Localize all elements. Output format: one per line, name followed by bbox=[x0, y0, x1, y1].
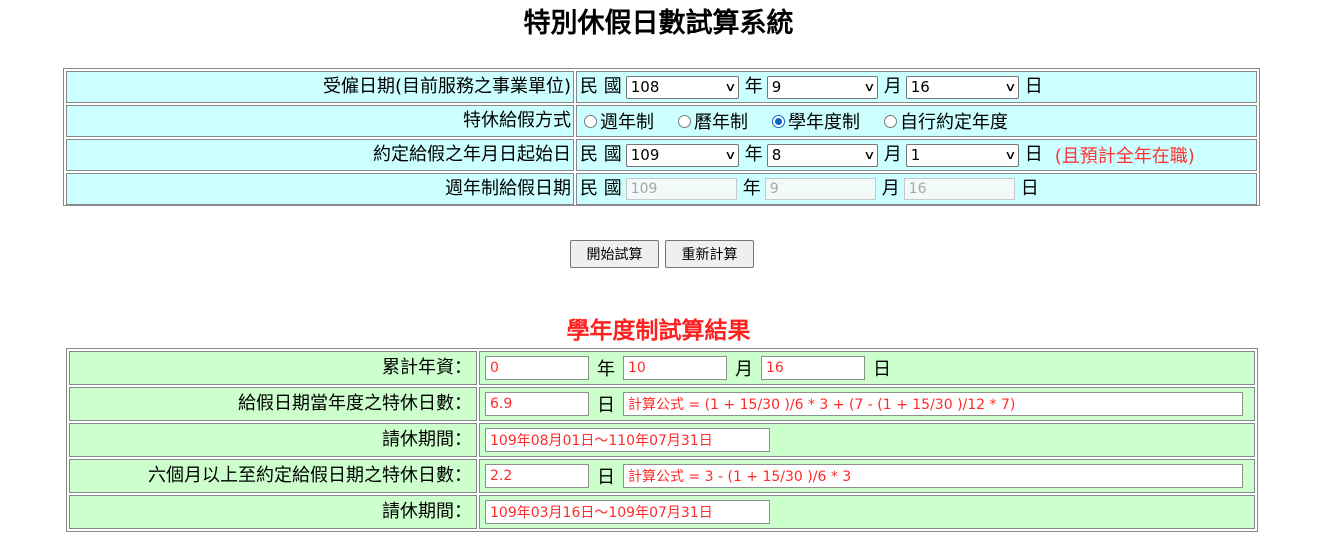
anniversary-day-field: 16 bbox=[903, 178, 1015, 200]
page-title: 特別休假日數試算系統 bbox=[523, 8, 794, 39]
agreed-year-select[interactable]: 109 ∨ bbox=[625, 143, 739, 167]
day-unit: 日 bbox=[1024, 76, 1043, 97]
anniversary-date-label: 週年制給假日期 bbox=[66, 173, 574, 205]
result-table: 累計年資： 0 年 10 月 16 日 給假日期當年度之特休日數： 6.9 日 … bbox=[66, 348, 1258, 532]
agreed-day-value: 1 bbox=[910, 146, 921, 164]
current-period-field[interactable]: 109年08月01日～110年07月31日 bbox=[485, 428, 770, 452]
leave-method-row: 特休給假方式 週年制 曆年制 學年度制 自行約定年度 bbox=[66, 105, 1257, 137]
recalculate-button[interactable]: 重新計算 bbox=[665, 240, 754, 268]
anniversary-date-value-cell: 民 國 109 年 9 月 16 日 bbox=[576, 173, 1257, 205]
agreed-year-value: 109 bbox=[630, 146, 660, 164]
month-unit: 月 bbox=[883, 76, 902, 97]
radio-button[interactable] bbox=[884, 114, 897, 128]
chevron-down-icon: ∨ bbox=[863, 148, 876, 162]
seniority-days-field[interactable]: 16 bbox=[761, 356, 865, 380]
hire-date-value-cell: 民 國 108 ∨ 年 9 ∨ 月 16 ∨ 日 bbox=[576, 71, 1257, 103]
six-month-period-label: 請休期間： bbox=[69, 495, 477, 529]
hire-year-select[interactable]: 108 ∨ bbox=[625, 75, 739, 99]
seniority-label: 累計年資： bbox=[69, 351, 477, 385]
day-unit: 日 bbox=[597, 467, 615, 488]
agreed-start-row: 約定給假之年月日起始日 民 國 109 ∨ 年 8 ∨ 月 1 ∨ 日 (且預計… bbox=[66, 139, 1257, 171]
result-title: 學年度制試算結果 bbox=[566, 317, 751, 344]
anniversary-date-row: 週年制給假日期 民 國 109 年 9 月 16 日 bbox=[66, 173, 1257, 205]
seniority-row: 累計年資： 0 年 10 月 16 日 bbox=[69, 351, 1255, 385]
hire-month-value: 9 bbox=[771, 78, 782, 96]
six-month-period-value-cell: 109年03月16日～109年07月31日 bbox=[479, 495, 1255, 529]
six-month-formula-field[interactable]: 計算公式 = 3 - (1 + 15/30 )/6 * 3 bbox=[623, 464, 1243, 488]
current-period-label: 請休期間： bbox=[69, 423, 477, 457]
radio-label: 週年制 bbox=[600, 112, 654, 133]
six-month-period-row: 請休期間： 109年03月16日～109年07月31日 bbox=[69, 495, 1255, 529]
hire-year-value: 108 bbox=[630, 78, 660, 96]
agreed-month-value: 8 bbox=[771, 146, 782, 164]
current-year-days-row: 給假日期當年度之特休日數： 6.9 日 計算公式 = (1 + 15/30 )/… bbox=[69, 387, 1255, 421]
agreed-start-value-cell: 民 國 109 ∨ 年 8 ∨ 月 1 ∨ 日 (且預計全年在職) bbox=[576, 139, 1257, 171]
chevron-down-icon: ∨ bbox=[863, 80, 876, 94]
hire-day-select[interactable]: 16 ∨ bbox=[905, 75, 1019, 99]
agreed-month-select[interactable]: 8 ∨ bbox=[766, 143, 878, 167]
chevron-down-icon: ∨ bbox=[724, 80, 737, 94]
month-unit: 月 bbox=[881, 178, 900, 199]
chevron-down-icon: ∨ bbox=[1004, 148, 1017, 162]
day-unit: 日 bbox=[873, 359, 891, 380]
six-month-days-row: 六個月以上至約定給假日期之特休日數： 2.2 日 計算公式 = 3 - (1 +… bbox=[69, 459, 1255, 493]
six-month-period-field[interactable]: 109年03月16日～109年07月31日 bbox=[485, 500, 770, 524]
current-year-days-label: 給假日期當年度之特休日數： bbox=[69, 387, 477, 421]
roc-prefix: 民 國 bbox=[580, 76, 622, 97]
seniority-months-field[interactable]: 10 bbox=[623, 356, 727, 380]
hire-date-row: 受僱日期(目前服務之事業單位) 民 國 108 ∨ 年 9 ∨ 月 16 ∨ 日 bbox=[66, 71, 1257, 103]
calculate-button[interactable]: 開始試算 bbox=[570, 240, 659, 268]
six-month-days-field[interactable]: 2.2 bbox=[485, 464, 589, 488]
full-year-note: (且預計全年在職) bbox=[1054, 146, 1195, 167]
radio-button[interactable] bbox=[584, 114, 597, 128]
radio-button[interactable] bbox=[678, 114, 691, 128]
current-period-value-cell: 109年08月01日～110年07月31日 bbox=[479, 423, 1255, 457]
agreed-start-label: 約定給假之年月日起始日 bbox=[66, 139, 574, 171]
current-year-days-value-cell: 6.9 日 計算公式 = (1 + 15/30 )/6 * 3 + (7 - (… bbox=[479, 387, 1255, 421]
radio-anniversary[interactable]: 週年制 bbox=[580, 108, 654, 134]
current-year-formula-field[interactable]: 計算公式 = (1 + 15/30 )/6 * 3 + (7 - (1 + 15… bbox=[623, 392, 1243, 416]
current-period-row: 請休期間： 109年08月01日～110年07月31日 bbox=[69, 423, 1255, 457]
year-unit: 年 bbox=[744, 144, 763, 165]
month-unit: 月 bbox=[735, 359, 753, 380]
six-month-days-value-cell: 2.2 日 計算公式 = 3 - (1 + 15/30 )/6 * 3 bbox=[479, 459, 1255, 493]
radio-button-checked[interactable] bbox=[772, 114, 785, 128]
year-unit: 年 bbox=[742, 178, 761, 199]
anniversary-year-field: 109 bbox=[625, 178, 737, 200]
radio-label: 學年度制 bbox=[788, 112, 860, 133]
chevron-down-icon: ∨ bbox=[1004, 80, 1017, 94]
radio-label: 自行約定年度 bbox=[900, 112, 1008, 133]
seniority-value-cell: 0 年 10 月 16 日 bbox=[479, 351, 1255, 385]
hire-month-select[interactable]: 9 ∨ bbox=[766, 75, 878, 99]
leave-method-options: 週年制 曆年制 學年度制 自行約定年度 bbox=[576, 105, 1257, 137]
roc-prefix: 民 國 bbox=[580, 178, 622, 199]
six-month-days-label: 六個月以上至約定給假日期之特休日數： bbox=[69, 459, 477, 493]
year-unit: 年 bbox=[597, 359, 615, 380]
day-unit: 日 bbox=[1020, 178, 1039, 199]
month-unit: 月 bbox=[883, 144, 902, 165]
hire-day-value: 16 bbox=[910, 78, 930, 96]
radio-academic-year[interactable]: 學年度制 bbox=[768, 108, 860, 134]
hire-date-label: 受僱日期(目前服務之事業單位) bbox=[66, 71, 574, 103]
day-unit: 日 bbox=[597, 395, 615, 416]
radio-calendar-year[interactable]: 曆年制 bbox=[674, 108, 748, 134]
roc-prefix: 民 國 bbox=[580, 144, 622, 165]
leave-method-label: 特休給假方式 bbox=[66, 105, 574, 137]
anniversary-month-field: 9 bbox=[764, 178, 876, 200]
day-unit: 日 bbox=[1024, 144, 1043, 165]
seniority-years-field[interactable]: 0 bbox=[485, 356, 589, 380]
radio-label: 曆年制 bbox=[694, 112, 748, 133]
agreed-day-select[interactable]: 1 ∨ bbox=[905, 143, 1019, 167]
input-form-table: 受僱日期(目前服務之事業單位) 民 國 108 ∨ 年 9 ∨ 月 16 ∨ 日… bbox=[63, 68, 1260, 206]
chevron-down-icon: ∨ bbox=[724, 148, 737, 162]
radio-custom-year[interactable]: 自行約定年度 bbox=[880, 108, 1008, 134]
current-year-days-field[interactable]: 6.9 bbox=[485, 392, 589, 416]
year-unit: 年 bbox=[744, 76, 763, 97]
